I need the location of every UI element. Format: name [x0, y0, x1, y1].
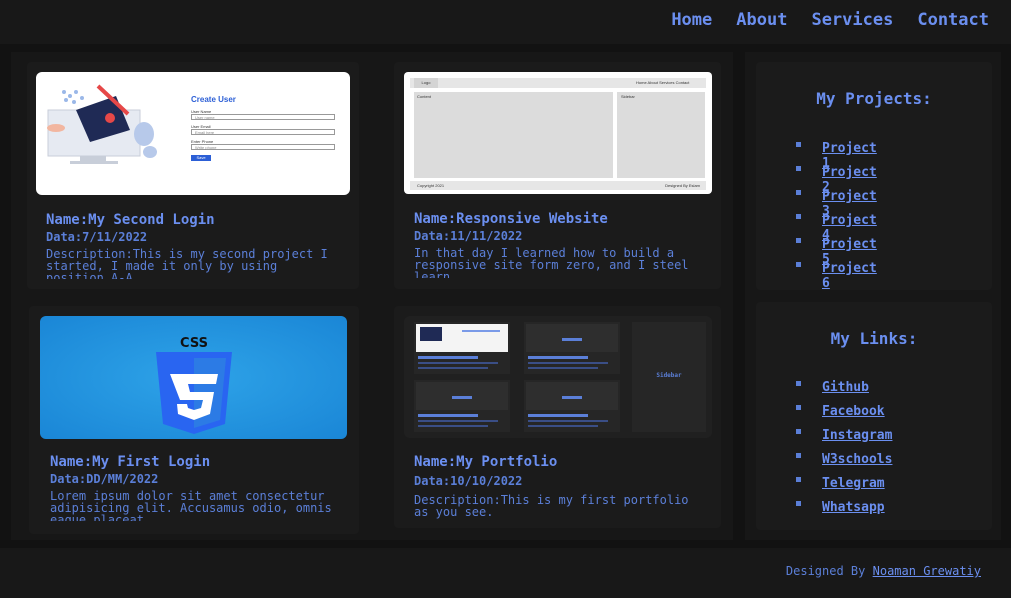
mock-menu: Home About Services Contact	[636, 80, 690, 85]
project-name: Name:Responsive Website	[414, 211, 608, 227]
projects-title: My Projects:	[816, 89, 932, 108]
bullet-icon	[796, 429, 801, 434]
bullet-icon	[796, 262, 801, 267]
page-footer: Designed By Noaman Grewatiy	[0, 548, 1011, 598]
facebook-link[interactable]: Facebook	[822, 404, 885, 419]
field-placeholder: Email here	[195, 130, 215, 135]
projects-grid: Create User User Name User name User Ema…	[11, 52, 733, 540]
mock-designed: Designed By Eslam	[665, 183, 700, 188]
project-thumbnail: Create User User Name User name User Ema…	[36, 72, 350, 195]
portfolio-mini-card	[524, 380, 620, 432]
bullet-icon	[796, 238, 801, 243]
bullet-icon	[796, 190, 801, 195]
save-button: Save	[191, 155, 211, 161]
top-navbar: Home About Services Contact	[0, 0, 1011, 44]
nav-contact-link[interactable]: Contact	[917, 10, 989, 30]
css3-logo	[156, 352, 232, 434]
nav-home-link[interactable]: Home	[671, 10, 712, 30]
links-panel: My Links: Github Facebook Instagram W3sc…	[756, 302, 992, 530]
field-placeholder: User name	[195, 115, 215, 120]
mock-content-label: Content	[417, 94, 432, 99]
footer-prefix: Designed By	[785, 564, 866, 578]
project-name: Name:My Second Login	[46, 212, 215, 228]
mock-content	[414, 92, 613, 178]
whatsapp-link[interactable]: Whatsapp	[822, 500, 885, 515]
bullet-icon	[796, 477, 801, 482]
project-date: Data:DD/MM/2022	[50, 472, 159, 486]
portfolio-sidebar-label: Sidebar	[656, 372, 682, 379]
mock-footer	[410, 181, 706, 190]
field-input: Email here	[191, 129, 335, 135]
project-date: Data:10/10/2022	[414, 474, 523, 488]
w3schools-link[interactable]: W3schools	[822, 452, 892, 467]
project-thumbnail: Logo Home About Services Contact Content…	[404, 72, 712, 194]
project-card[interactable]: CSS Name:My First Login Data:DD/MM/2022 …	[29, 306, 359, 534]
portfolio-mini-card	[414, 380, 510, 432]
bullet-icon	[796, 166, 801, 171]
nav-about-link[interactable]: About	[736, 10, 787, 30]
bullet-icon	[796, 214, 801, 219]
field-input: User name	[191, 114, 335, 120]
projects-panel: My Projects: Project 1 Project 2 Project…	[756, 62, 992, 291]
links-title: My Links:	[830, 329, 918, 348]
project-description: Description:This is my first portfolio a…	[414, 494, 689, 519]
project-description: In that day I learned how to build a res…	[414, 247, 689, 278]
mock-sidebar	[617, 92, 705, 178]
project-description: Description:This is my second project I …	[46, 248, 328, 279]
project-thumbnail: Sidebar	[404, 316, 712, 438]
project-card[interactable]: Logo Home About Services Contact Content…	[394, 62, 721, 289]
project-date: Data:11/11/2022	[414, 229, 523, 243]
project-date: Data:7/11/2022	[46, 230, 148, 244]
project-description: Lorem ipsum dolor sit amet consectetur a…	[50, 490, 332, 521]
project-name: Name:My First Login	[50, 454, 211, 470]
mock-copyright: Copyright 2021	[417, 183, 445, 188]
github-link[interactable]: Github	[822, 380, 869, 395]
bullet-icon	[796, 142, 801, 147]
mock-sidebar-label: Sidebar	[621, 94, 635, 99]
css-logo-text: CSS	[180, 336, 208, 351]
portfolio-mini-sidebar: Sidebar	[632, 322, 706, 432]
project-card[interactable]: Sidebar Name:My Portfolio Data:10/10/202…	[394, 306, 721, 528]
author-link[interactable]: Noaman Grewatiy	[873, 564, 981, 578]
bullet-icon	[796, 405, 801, 410]
field-input: Write phone	[191, 144, 335, 150]
mock-logo: Logo	[414, 78, 438, 88]
telegram-link[interactable]: Telegram	[822, 476, 885, 491]
footer-credit: Designed By Noaman Grewatiy	[786, 564, 981, 578]
instagram-link[interactable]: Instagram	[822, 428, 892, 443]
main-nav: Home About Services Contact	[671, 10, 989, 30]
bullet-icon	[796, 501, 801, 506]
portfolio-mini-card	[414, 322, 510, 374]
field-placeholder: Write phone	[195, 145, 217, 150]
right-sidebar: My Projects: Project 1 Project 2 Project…	[745, 52, 1001, 540]
project-card[interactable]: Create User User Name User name User Ema…	[27, 62, 359, 289]
bullet-icon	[796, 453, 801, 458]
portfolio-mini-card	[524, 322, 620, 374]
project-name: Name:My Portfolio	[414, 454, 558, 470]
form-heading: Create User	[191, 95, 236, 104]
project-link[interactable]: Project 6	[822, 261, 877, 291]
nav-services-link[interactable]: Services	[811, 10, 893, 30]
bullet-icon	[796, 381, 801, 386]
project-thumbnail: CSS	[40, 316, 347, 439]
